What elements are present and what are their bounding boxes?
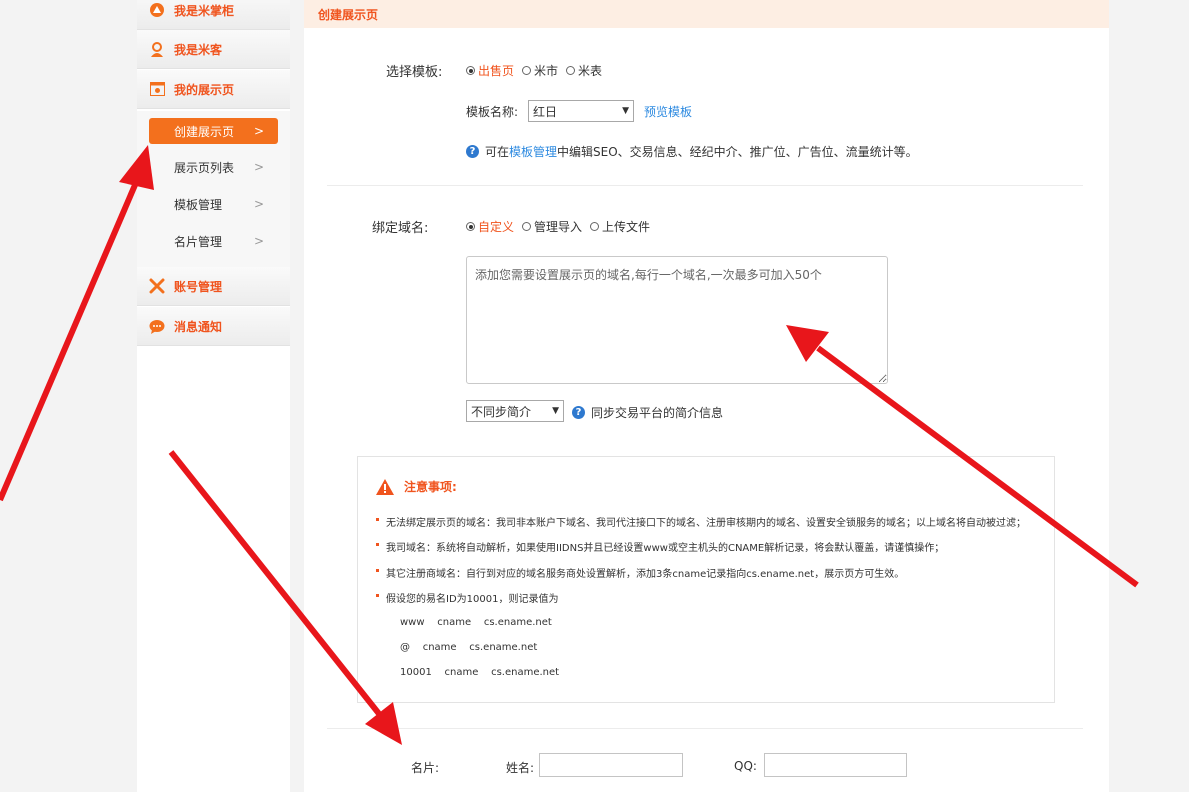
sidebar-item-label: 创建展示页 <box>174 124 235 139</box>
radio-mi-market[interactable]: 米市 <box>522 62 558 79</box>
radio-label: 米市 <box>534 64 559 78</box>
radio-dot-icon <box>466 222 475 231</box>
radio-label: 自定义 <box>478 220 515 234</box>
help-text-prefix: 可在 <box>485 145 510 159</box>
sidebar-group-label: 我是米客 <box>174 42 223 57</box>
sidebar-item-label: 展示页列表 <box>174 160 235 175</box>
sidebar-group-label: 账号管理 <box>174 279 223 294</box>
domain-textarea[interactable] <box>466 256 888 384</box>
sync-help-text: 同步交易平台的简介信息 <box>591 406 724 420</box>
qq-label: QQ: <box>734 759 757 773</box>
radio-upload-file[interactable]: 上传文件 <box>590 218 650 235</box>
notice-title: 注意事项: <box>376 478 457 495</box>
sidebar-group-account[interactable]: 账号管理 <box>137 267 290 306</box>
notice-item-text: 无法绑定展示页的域名：我司非本账户下域名、我司代注接口下的域名、注册审核期内的域… <box>386 518 1026 529</box>
showcase-page-icon <box>149 81 165 97</box>
notice-item-text: 其它注册商域名：自行到对应的域名服务商处设置解析，添加3条cname记录指向cs… <box>386 569 905 580</box>
divider <box>327 728 1083 729</box>
notice-item-text: 我司域名：系统将自动解析，如果使用IIDNS并且已经设置www或空主机头的CNA… <box>386 543 945 554</box>
divider <box>327 185 1083 186</box>
sidebar-item-template-manage[interactable]: 模板管理 > <box>149 191 278 217</box>
template-name-label: 模板名称: <box>466 105 519 119</box>
arrow-to-create-showcase <box>0 145 154 502</box>
notice-item: 无法绑定展示页的域名：我司非本账户下域名、我司代注接口下的域名、注册审核期内的域… <box>376 514 1026 529</box>
warning-icon <box>376 478 394 495</box>
notice-item: 假设您的易名ID为10001，则记录值为 <box>376 590 559 605</box>
template-name-select[interactable]: 红日 ▼ <box>528 100 634 122</box>
notice-item-text: 假设您的易名ID为10001，则记录值为 <box>386 594 559 605</box>
sync-help: ? 同步交易平台的简介信息 <box>572 404 723 421</box>
bind-domain-label: 绑定域名: <box>372 221 429 236</box>
radio-label: 米表 <box>578 64 603 78</box>
sync-intro-select[interactable]: 不同步简介 ▼ <box>466 400 564 422</box>
name-input[interactable] <box>539 753 683 777</box>
domain-radio-group: 自定义 管理导入 上传文件 <box>466 218 658 235</box>
record-line: 10001 cname cs.ename.net <box>400 667 560 678</box>
radio-dot-icon <box>466 66 475 75</box>
sidebar-item-card-manage[interactable]: 名片管理 > <box>149 228 278 254</box>
sidebar-item-label: 名片管理 <box>174 234 223 249</box>
help-text-suffix: 中编辑SEO、交易信息、经纪中介、推广位、广告位、流量统计等。 <box>557 145 918 159</box>
record-line: @ cname cs.ename.net <box>400 642 538 653</box>
sidebar-group-label: 消息通知 <box>174 319 223 334</box>
main-panel: 创建展示页 选择模板: 出售页 米市 米表 模板名称: 红日 ▼ 预览模板 ? … <box>304 0 1109 792</box>
notice-box: 注意事项: 无法绑定展示页的域名：我司非本账户下域名、我司代注接口下的域名、注册… <box>357 456 1055 703</box>
page-title: 创建展示页 <box>318 7 379 22</box>
card-row: 名片: 姓名: QQ: <box>304 753 1109 779</box>
template-label: 选择模板: <box>386 65 443 80</box>
notice-item: 其它注册商域名：自行到对应的域名服务商处设置解析，添加3条cname记录指向cs… <box>376 565 905 580</box>
page-header: 创建展示页 <box>304 0 1109 28</box>
radio-mi-table[interactable]: 米表 <box>566 62 602 79</box>
chevron-down-icon: ▼ <box>552 406 559 416</box>
help-icon: ? <box>466 145 479 158</box>
sidebar: 我是米掌柜 我是米客 我的展示页 创建展示页 > 展示页列表 > 模板管理 > … <box>137 0 290 792</box>
sidebar-group-label: 我是米掌柜 <box>174 3 235 18</box>
radio-label: 出售页 <box>478 64 515 78</box>
radio-custom[interactable]: 自定义 <box>466 218 514 235</box>
chevron-right-icon: > <box>254 197 265 211</box>
chat-bubble-icon <box>149 318 165 334</box>
sidebar-group-label: 我的展示页 <box>174 82 235 97</box>
qq-input[interactable] <box>764 753 907 777</box>
radio-manage-import[interactable]: 管理导入 <box>522 218 582 235</box>
sidebar-item-label: 模板管理 <box>174 197 223 212</box>
name-label: 姓名: <box>506 761 535 775</box>
tools-icon <box>149 278 165 294</box>
notice-title-text: 注意事项: <box>404 480 457 494</box>
help-icon: ? <box>572 406 585 419</box>
chevron-right-icon: > <box>254 160 265 174</box>
sidebar-submenu: 创建展示页 > 展示页列表 > 模板管理 > 名片管理 > <box>137 111 290 267</box>
radio-dot-icon <box>522 222 532 231</box>
seller-icon <box>149 2 165 18</box>
record-line: www cname cs.ename.net <box>400 617 552 628</box>
bullet-icon <box>376 518 379 521</box>
radio-label: 管理导入 <box>534 220 583 234</box>
radio-dot-icon <box>590 222 600 231</box>
sidebar-item-showcase-list[interactable]: 展示页列表 > <box>149 154 278 180</box>
template-help: ? 可在 模板管理 中编辑SEO、交易信息、经纪中介、推广位、广告位、流量统计等。 <box>466 143 918 160</box>
sidebar-group-messages[interactable]: 消息通知 <box>137 307 290 346</box>
chevron-down-icon: ▼ <box>622 106 629 116</box>
sidebar-item-create-showcase[interactable]: 创建展示页 > <box>149 118 278 144</box>
radio-dot-icon <box>522 66 532 75</box>
card-label: 名片: <box>411 761 440 775</box>
template-radio-group: 出售页 米市 米表 <box>466 62 610 79</box>
template-manage-link[interactable]: 模板管理 <box>509 143 557 160</box>
chevron-right-icon: > <box>254 124 265 138</box>
bullet-icon <box>376 594 379 597</box>
template-name-value: 红日 <box>533 104 558 119</box>
sidebar-group-showcase[interactable]: 我的展示页 <box>137 70 290 109</box>
preview-template-link[interactable]: 预览模板 <box>644 103 692 120</box>
bullet-icon <box>376 543 379 546</box>
sidebar-group-seller[interactable]: 我是米掌柜 <box>137 0 290 30</box>
user-icon <box>149 41 165 57</box>
bullet-icon <box>376 569 379 572</box>
radio-label: 上传文件 <box>602 220 651 234</box>
chevron-right-icon: > <box>254 234 265 248</box>
notice-item: 我司域名：系统将自动解析，如果使用IIDNS并且已经设置www或空主机头的CNA… <box>376 539 945 554</box>
radio-dot-icon <box>566 66 576 75</box>
radio-sale-page[interactable]: 出售页 <box>466 62 514 79</box>
sync-intro-value: 不同步简介 <box>471 404 532 419</box>
sidebar-group-mike[interactable]: 我是米客 <box>137 30 290 69</box>
